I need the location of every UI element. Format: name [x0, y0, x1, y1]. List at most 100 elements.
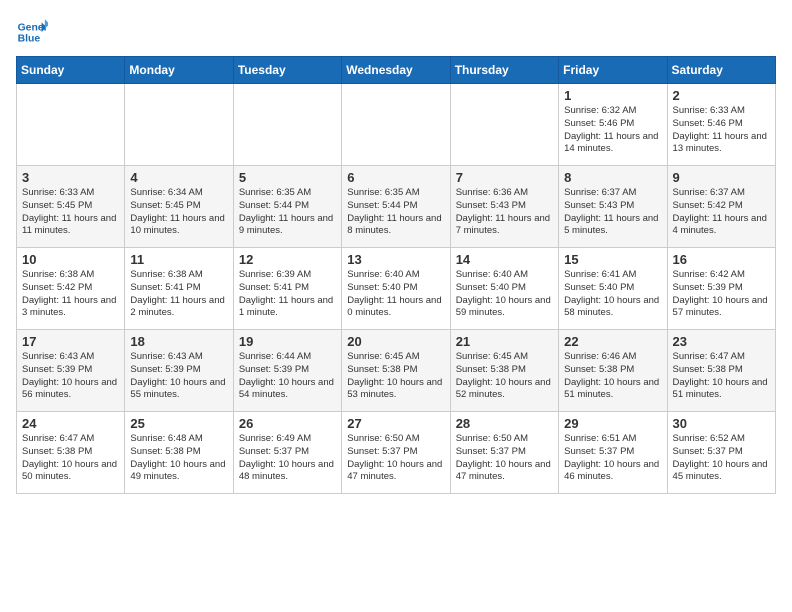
day-info: Sunrise: 6:35 AM Sunset: 5:44 PM Dayligh…	[239, 187, 336, 238]
calendar-cell	[233, 84, 341, 166]
calendar-week-row: 17Sunrise: 6:43 AM Sunset: 5:39 PM Dayli…	[17, 330, 776, 412]
calendar-cell: 1 Sunrise: 6:32 AM Sunset: 5:46 PM Daylig…	[559, 84, 667, 166]
day-number: 27	[347, 416, 444, 431]
calendar-cell: 18 Sunrise: 6:43 AM Sunset: 5:39 PM Dayli…	[125, 330, 233, 412]
calendar-cell: 27Sunrise: 6:50 AM Sunset: 5:37 PM Dayli…	[342, 412, 450, 494]
calendar-cell	[450, 84, 558, 166]
calendar-cell: 21 Sunrise: 6:45 AM Sunset: 5:38 PM Dayli…	[450, 330, 558, 412]
day-number: 25	[130, 416, 227, 431]
day-number: 24	[22, 416, 119, 431]
calendar-week-row: 1 Sunrise: 6:32 AM Sunset: 5:46 PM Daylig…	[17, 84, 776, 166]
day-info: Sunrise: 6:42 AM Sunset: 5:39 PM Dayligh…	[673, 269, 770, 320]
day-number: 3	[22, 170, 119, 185]
day-info: Sunrise: 6:43 AM Sunset: 5:39 PM Dayligh…	[130, 351, 227, 402]
calendar-cell: 16Sunrise: 6:42 AM Sunset: 5:39 PM Dayli…	[667, 248, 775, 330]
calendar-cell: 29 Sunrise: 6:51 AM Sunset: 5:37 PM Dayli…	[559, 412, 667, 494]
day-number: 9	[673, 170, 770, 185]
day-number: 21	[456, 334, 553, 349]
calendar-cell: 4 Sunrise: 6:34 AM Sunset: 5:45 PM Daylig…	[125, 166, 233, 248]
calendar-cell: 11 Sunrise: 6:38 AM Sunset: 5:41 PM Dayli…	[125, 248, 233, 330]
calendar-cell: 7 Sunrise: 6:36 AM Sunset: 5:43 PM Daylig…	[450, 166, 558, 248]
calendar-cell: 26Sunrise: 6:49 AM Sunset: 5:37 PM Dayli…	[233, 412, 341, 494]
day-number: 18	[130, 334, 227, 349]
weekday-header: Wednesday	[342, 57, 450, 84]
calendar-cell: 9 Sunrise: 6:37 AM Sunset: 5:42 PM Daylig…	[667, 166, 775, 248]
weekday-header-row: SundayMondayTuesdayWednesdayThursdayFrid…	[17, 57, 776, 84]
day-number: 14	[456, 252, 553, 267]
calendar-cell: 23Sunrise: 6:47 AM Sunset: 5:38 PM Dayli…	[667, 330, 775, 412]
day-number: 19	[239, 334, 336, 349]
day-info: Sunrise: 6:41 AM Sunset: 5:40 PM Dayligh…	[564, 269, 661, 320]
logo-icon: General Blue	[16, 16, 48, 48]
calendar-cell: 25Sunrise: 6:48 AM Sunset: 5:38 PM Dayli…	[125, 412, 233, 494]
day-info: Sunrise: 6:46 AM Sunset: 5:38 PM Dayligh…	[564, 351, 661, 402]
calendar-cell: 28 Sunrise: 6:50 AM Sunset: 5:37 PM Dayli…	[450, 412, 558, 494]
day-number: 7	[456, 170, 553, 185]
calendar-week-row: 3 Sunrise: 6:33 AM Sunset: 5:45 PM Daylig…	[17, 166, 776, 248]
day-info: Sunrise: 6:40 AM Sunset: 5:40 PM Dayligh…	[347, 269, 444, 320]
day-info: Sunrise: 6:38 AM Sunset: 5:42 PM Dayligh…	[22, 269, 119, 320]
svg-text:Blue: Blue	[18, 34, 41, 45]
calendar-table: SundayMondayTuesdayWednesdayThursdayFrid…	[16, 56, 776, 494]
weekday-header: Sunday	[17, 57, 125, 84]
day-info: Sunrise: 6:47 AM Sunset: 5:38 PM Dayligh…	[22, 433, 119, 484]
calendar-cell	[125, 84, 233, 166]
calendar-cell	[17, 84, 125, 166]
day-info: Sunrise: 6:43 AM Sunset: 5:39 PM Dayligh…	[22, 351, 119, 402]
day-number: 13	[347, 252, 444, 267]
calendar-cell: 30 Sunrise: 6:52 AM Sunset: 5:37 PM Dayli…	[667, 412, 775, 494]
day-info: Sunrise: 6:38 AM Sunset: 5:41 PM Dayligh…	[130, 269, 227, 320]
day-number: 11	[130, 252, 227, 267]
day-info: Sunrise: 6:34 AM Sunset: 5:45 PM Dayligh…	[130, 187, 227, 238]
calendar-cell: 2 Sunrise: 6:33 AM Sunset: 5:46 PM Daylig…	[667, 84, 775, 166]
day-number: 10	[22, 252, 119, 267]
day-info: Sunrise: 6:32 AM Sunset: 5:46 PM Dayligh…	[564, 105, 661, 156]
day-info: Sunrise: 6:45 AM Sunset: 5:38 PM Dayligh…	[347, 351, 444, 402]
day-number: 23	[673, 334, 770, 349]
weekday-header: Saturday	[667, 57, 775, 84]
calendar-cell: 20 Sunrise: 6:45 AM Sunset: 5:38 PM Dayli…	[342, 330, 450, 412]
calendar-cell: 19 Sunrise: 6:44 AM Sunset: 5:39 PM Dayli…	[233, 330, 341, 412]
weekday-header: Tuesday	[233, 57, 341, 84]
day-info: Sunrise: 6:33 AM Sunset: 5:46 PM Dayligh…	[673, 105, 770, 156]
page-header: General Blue	[16, 16, 776, 48]
calendar-cell: 6 Sunrise: 6:35 AM Sunset: 5:44 PM Daylig…	[342, 166, 450, 248]
day-info: Sunrise: 6:50 AM Sunset: 5:37 PM Dayligh…	[456, 433, 553, 484]
day-number: 4	[130, 170, 227, 185]
day-number: 22	[564, 334, 661, 349]
day-number: 15	[564, 252, 661, 267]
day-number: 28	[456, 416, 553, 431]
day-number: 20	[347, 334, 444, 349]
calendar-cell: 8Sunrise: 6:37 AM Sunset: 5:43 PM Daylig…	[559, 166, 667, 248]
calendar-cell: 3 Sunrise: 6:33 AM Sunset: 5:45 PM Daylig…	[17, 166, 125, 248]
day-info: Sunrise: 6:39 AM Sunset: 5:41 PM Dayligh…	[239, 269, 336, 320]
calendar-cell: 5 Sunrise: 6:35 AM Sunset: 5:44 PM Daylig…	[233, 166, 341, 248]
weekday-header: Monday	[125, 57, 233, 84]
logo: General Blue	[16, 16, 50, 48]
calendar-cell: 14Sunrise: 6:40 AM Sunset: 5:40 PM Dayli…	[450, 248, 558, 330]
calendar-week-row: 24 Sunrise: 6:47 AM Sunset: 5:38 PM Dayli…	[17, 412, 776, 494]
day-info: Sunrise: 6:52 AM Sunset: 5:37 PM Dayligh…	[673, 433, 770, 484]
calendar-cell: 10 Sunrise: 6:38 AM Sunset: 5:42 PM Dayli…	[17, 248, 125, 330]
day-number: 5	[239, 170, 336, 185]
day-number: 1	[564, 88, 661, 103]
calendar-cell: 22 Sunrise: 6:46 AM Sunset: 5:38 PM Dayli…	[559, 330, 667, 412]
day-number: 29	[564, 416, 661, 431]
day-info: Sunrise: 6:35 AM Sunset: 5:44 PM Dayligh…	[347, 187, 444, 238]
day-info: Sunrise: 6:36 AM Sunset: 5:43 PM Dayligh…	[456, 187, 553, 238]
day-number: 2	[673, 88, 770, 103]
calendar-cell	[342, 84, 450, 166]
day-info: Sunrise: 6:37 AM Sunset: 5:42 PM Dayligh…	[673, 187, 770, 238]
day-info: Sunrise: 6:51 AM Sunset: 5:37 PM Dayligh…	[564, 433, 661, 484]
day-number: 8	[564, 170, 661, 185]
day-number: 6	[347, 170, 444, 185]
day-number: 26	[239, 416, 336, 431]
calendar-week-row: 10 Sunrise: 6:38 AM Sunset: 5:42 PM Dayli…	[17, 248, 776, 330]
calendar-cell: 24 Sunrise: 6:47 AM Sunset: 5:38 PM Dayli…	[17, 412, 125, 494]
weekday-header: Thursday	[450, 57, 558, 84]
day-info: Sunrise: 6:44 AM Sunset: 5:39 PM Dayligh…	[239, 351, 336, 402]
calendar-cell: 13 Sunrise: 6:40 AM Sunset: 5:40 PM Dayli…	[342, 248, 450, 330]
day-number: 30	[673, 416, 770, 431]
day-info: Sunrise: 6:33 AM Sunset: 5:45 PM Dayligh…	[22, 187, 119, 238]
day-info: Sunrise: 6:45 AM Sunset: 5:38 PM Dayligh…	[456, 351, 553, 402]
